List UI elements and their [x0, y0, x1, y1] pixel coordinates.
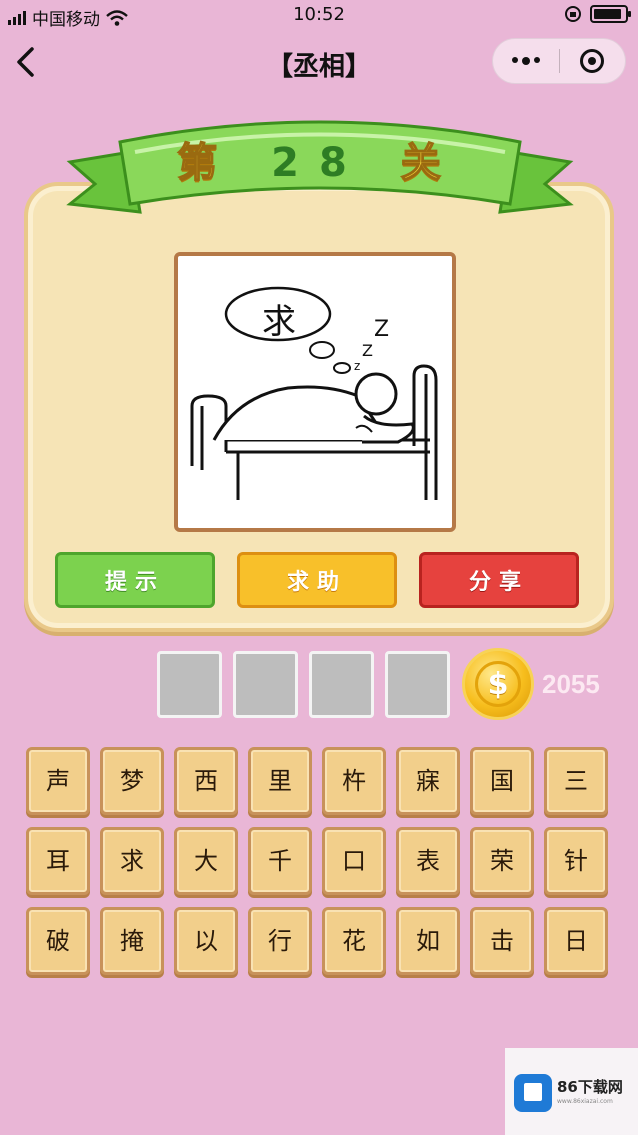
- char-tile[interactable]: 大: [174, 827, 238, 895]
- ask-help-button[interactable]: 求助: [237, 552, 397, 608]
- battery-icon: [590, 5, 631, 23]
- char-tile[interactable]: 荣: [470, 827, 534, 895]
- answer-slot-3[interactable]: [309, 651, 374, 718]
- hint-button[interactable]: 提示: [55, 552, 215, 608]
- status-bar: 中国移动 10:52: [0, 0, 638, 30]
- coin-icon: $: [462, 648, 534, 720]
- miniprogram-capsule: [492, 38, 626, 84]
- char-tile[interactable]: 以: [174, 907, 238, 975]
- nav-bar: 【丞相】: [0, 32, 638, 92]
- char-tile[interactable]: 国: [470, 747, 534, 815]
- level-prefix: 第: [176, 139, 238, 187]
- watermark: 86下载网 www.86xiazai.com: [505, 1048, 638, 1135]
- svg-text:Z: Z: [362, 341, 373, 360]
- share-button[interactable]: 分享: [419, 552, 579, 608]
- status-right: [564, 5, 631, 23]
- char-tile[interactable]: 击: [470, 907, 534, 975]
- char-tile[interactable]: 耳: [26, 827, 90, 895]
- status-time: 10:52: [293, 4, 345, 25]
- char-tile[interactable]: 里: [248, 747, 312, 815]
- answer-slot-1[interactable]: [157, 651, 222, 718]
- svg-text:z: z: [354, 359, 360, 373]
- char-tile[interactable]: 三: [544, 747, 608, 815]
- orientation-lock-icon: [565, 6, 581, 22]
- answer-slot-2[interactable]: [233, 651, 298, 718]
- char-tile[interactable]: 破: [26, 907, 90, 975]
- char-tile[interactable]: 行: [248, 907, 312, 975]
- char-tile[interactable]: 千: [248, 827, 312, 895]
- watermark-title: 86下载网: [557, 1078, 623, 1096]
- level-number: 28: [271, 140, 367, 186]
- svg-text:Z: Z: [374, 317, 389, 342]
- char-tile[interactable]: 如: [396, 907, 460, 975]
- char-tile[interactable]: 求: [100, 827, 164, 895]
- char-tile[interactable]: 掩: [100, 907, 164, 975]
- level-suffix: 关: [400, 139, 461, 187]
- char-tile[interactable]: 针: [544, 827, 608, 895]
- level-title: 第 28 关: [0, 130, 638, 188]
- sleeping-person-illustration: Z Z z: [190, 286, 438, 500]
- cube-logo-icon: [514, 1074, 552, 1112]
- coin-count: 2055: [542, 669, 600, 699]
- close-miniprogram-button[interactable]: [560, 49, 626, 73]
- char-tile[interactable]: 花: [322, 907, 386, 975]
- char-tile[interactable]: 日: [544, 907, 608, 975]
- target-icon: [580, 49, 605, 73]
- char-tile[interactable]: 口: [322, 827, 386, 895]
- puzzle-picture: Z Z z 求: [174, 252, 456, 532]
- thought-bubble-text: 求: [262, 302, 296, 342]
- char-tile[interactable]: 寐: [396, 747, 460, 815]
- char-tile[interactable]: 杵: [322, 747, 386, 815]
- char-tile[interactable]: 表: [396, 827, 460, 895]
- watermark-subtitle: www.86xiazai.com: [557, 1098, 613, 1105]
- char-tile[interactable]: 梦: [100, 747, 164, 815]
- more-button[interactable]: [493, 57, 559, 65]
- char-tile[interactable]: 西: [174, 747, 238, 815]
- char-tile[interactable]: 声: [26, 747, 90, 815]
- answer-slot-4[interactable]: [385, 651, 450, 718]
- coin-symbol: $: [475, 661, 521, 707]
